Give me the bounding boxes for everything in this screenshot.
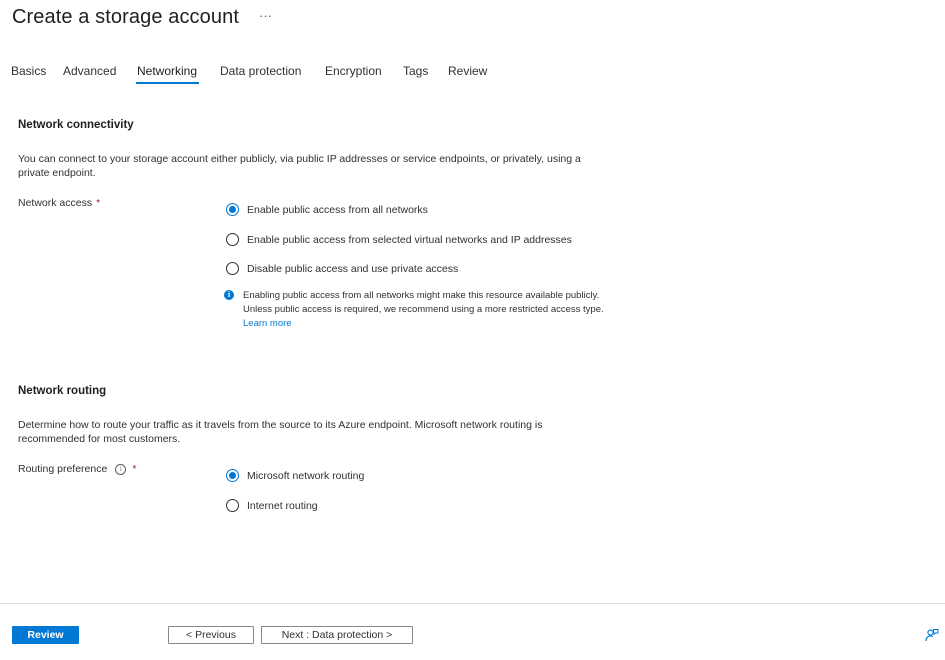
tab-review[interactable]: Review — [448, 64, 487, 84]
public-access-info-box: i Enabling public access from all networ… — [224, 289, 619, 331]
tab-networking[interactable]: Networking — [135, 64, 200, 84]
radio-label: Microsoft network routing — [247, 469, 365, 482]
radio-public-all-networks[interactable]: Enable public access from all networks — [226, 203, 428, 216]
radio-button[interactable] — [226, 499, 239, 512]
tab-basics[interactable]: Basics — [11, 64, 46, 84]
network-routing-description: Determine how to route your traffic as i… — [18, 419, 543, 445]
radio-button[interactable] — [226, 469, 239, 482]
radio-button[interactable] — [226, 233, 239, 246]
radio-internet-routing[interactable]: Internet routing — [226, 499, 318, 512]
page-title: Create a storage account — [12, 6, 239, 28]
radio-label: Disable public access and use private ac… — [247, 262, 459, 275]
routing-preference-label-text: Routing preference — [18, 463, 108, 475]
title-row: Create a storage account ··· — [12, 6, 272, 29]
network-connectivity-description: You can connect to your storage account … — [18, 153, 581, 179]
radio-label: Enable public access from selected virtu… — [247, 233, 572, 246]
learn-more-link[interactable]: Learn more — [243, 318, 292, 329]
tab-encryption[interactable]: Encryption — [325, 64, 382, 84]
network-access-label: Network access * — [18, 197, 100, 209]
tab-data-protection[interactable]: Data protection — [220, 64, 301, 84]
network-routing-heading: Network routing — [18, 385, 107, 397]
previous-button[interactable]: < Previous — [168, 626, 254, 644]
info-icon: i — [224, 290, 234, 300]
required-marker: * — [96, 197, 101, 209]
feedback-icon[interactable] — [925, 628, 939, 642]
radio-public-selected-networks[interactable]: Enable public access from selected virtu… — [226, 233, 572, 246]
radio-button[interactable] — [226, 262, 239, 275]
next-button[interactable]: Next : Data protection > — [261, 626, 413, 644]
routing-preference-label: Routing preference i * — [18, 463, 136, 475]
review-button[interactable]: Review — [12, 626, 79, 644]
network-access-label-text: Network access — [18, 197, 93, 209]
more-options-icon[interactable]: ··· — [259, 9, 272, 22]
footer-divider — [0, 603, 945, 604]
required-marker: * — [132, 463, 137, 475]
network-connectivity-heading: Network connectivity — [18, 119, 134, 131]
radio-microsoft-routing[interactable]: Microsoft network routing — [226, 469, 364, 482]
tab-tags[interactable]: Tags — [403, 64, 428, 84]
info-message-text: Enabling public access from all networks… — [243, 290, 604, 315]
tab-advanced[interactable]: Advanced — [63, 64, 116, 84]
radio-label: Internet routing — [247, 499, 318, 512]
radio-disable-public-access[interactable]: Disable public access and use private ac… — [226, 262, 458, 275]
routing-info-icon[interactable]: i — [115, 463, 127, 475]
info-message: Enabling public access from all networks… — [243, 289, 613, 331]
radio-button[interactable] — [226, 203, 239, 216]
radio-label: Enable public access from all networks — [247, 203, 428, 216]
